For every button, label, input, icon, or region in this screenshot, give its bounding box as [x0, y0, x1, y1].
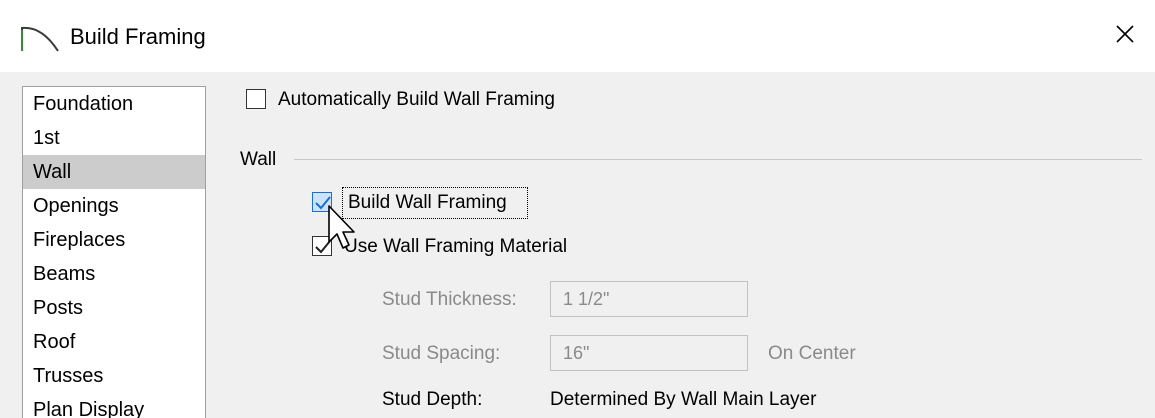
- build-framing-dialog: Build Framing Foundation 1st Wall Openin…: [0, 0, 1155, 418]
- stud-spacing-unit: On Center: [768, 343, 856, 364]
- stud-spacing-field[interactable]: 16": [550, 335, 748, 371]
- nav-item-trusses[interactable]: Trusses: [23, 359, 205, 393]
- wall-group-heading: Wall: [240, 149, 277, 170]
- dialog-title: Build Framing: [70, 24, 206, 49]
- nav-item-fireplaces[interactable]: Fireplaces: [23, 223, 205, 257]
- use-framing-material-checkbox[interactable]: [312, 236, 332, 256]
- nav-item-wall[interactable]: Wall: [23, 155, 205, 189]
- nav-item-roof[interactable]: Roof: [23, 325, 205, 359]
- nav-item-beams[interactable]: Beams: [23, 257, 205, 291]
- nav-item-foundation[interactable]: Foundation: [23, 87, 205, 121]
- stud-spacing-label: Stud Spacing:: [382, 343, 501, 364]
- nav-item-posts[interactable]: Posts: [23, 291, 205, 325]
- settings-panel: Automatically Build Wall Framing Wall Bu…: [204, 72, 1155, 418]
- stud-depth-label: Stud Depth:: [382, 389, 483, 410]
- nav-item-openings[interactable]: Openings: [23, 189, 205, 223]
- nav-item-plan-display[interactable]: Plan Display: [23, 393, 205, 418]
- auto-build-framing-label: Automatically Build Wall Framing: [278, 89, 555, 110]
- stud-thickness-label: Stud Thickness:: [382, 289, 517, 310]
- nav-item-1st[interactable]: 1st: [23, 121, 205, 155]
- stud-depth-value: Determined By Wall Main Layer: [550, 389, 817, 410]
- group-divider: [294, 159, 1142, 160]
- arc-icon: [20, 22, 60, 52]
- build-wall-framing-label: Build Wall Framing: [348, 192, 507, 213]
- stud-thickness-field[interactable]: 1 1/2": [550, 281, 748, 317]
- close-icon: [1115, 24, 1135, 49]
- auto-build-framing-checkbox[interactable]: [246, 89, 266, 109]
- category-list[interactable]: Foundation 1st Wall Openings Fireplaces …: [22, 86, 206, 418]
- build-wall-framing-checkbox[interactable]: [312, 192, 332, 212]
- close-button[interactable]: [1095, 0, 1155, 72]
- title-bar: Build Framing: [0, 0, 1155, 72]
- use-framing-material-label: Use Wall Framing Material: [344, 236, 568, 257]
